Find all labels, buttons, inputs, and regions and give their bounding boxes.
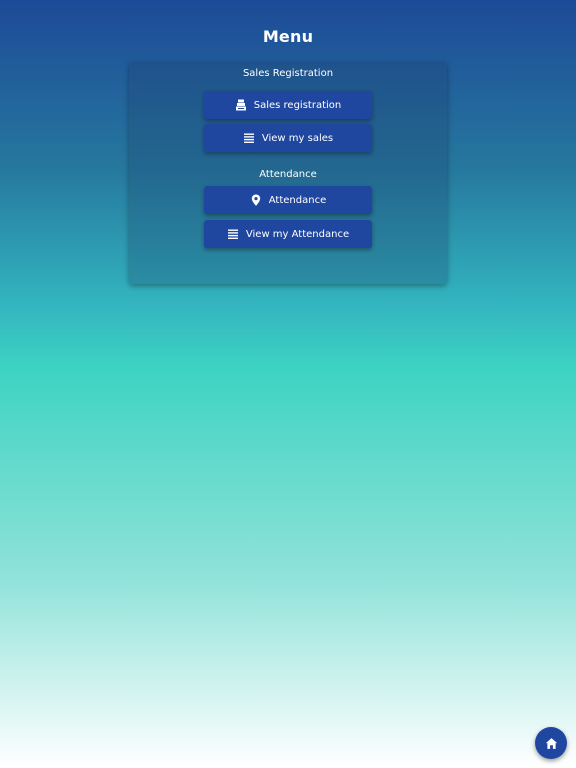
section-title-sales: Sales Registration	[242, 68, 334, 79]
sales-registration-label: Sales registration	[253, 99, 342, 111]
section-title-attendance: Attendance	[259, 169, 317, 180]
attendance-button[interactable]: Attendance	[204, 186, 372, 214]
page-title: Menu	[262, 27, 314, 46]
home-icon	[545, 737, 558, 750]
list-icon	[227, 228, 239, 240]
view-my-sales-button[interactable]: View my sales	[204, 124, 372, 152]
cash-register-icon	[235, 99, 247, 111]
view-my-attendance-button[interactable]: View my Attendance	[204, 220, 372, 248]
view-my-sales-label: View my sales	[261, 132, 334, 144]
menu-panel: Sales Registration Sales registration Vi…	[129, 62, 447, 284]
view-my-attendance-label: View my Attendance	[245, 228, 350, 240]
sales-registration-button[interactable]: Sales registration	[204, 91, 372, 119]
list-icon	[243, 132, 255, 144]
map-pin-icon	[250, 194, 262, 206]
attendance-label: Attendance	[268, 194, 327, 206]
home-button[interactable]	[535, 727, 567, 759]
